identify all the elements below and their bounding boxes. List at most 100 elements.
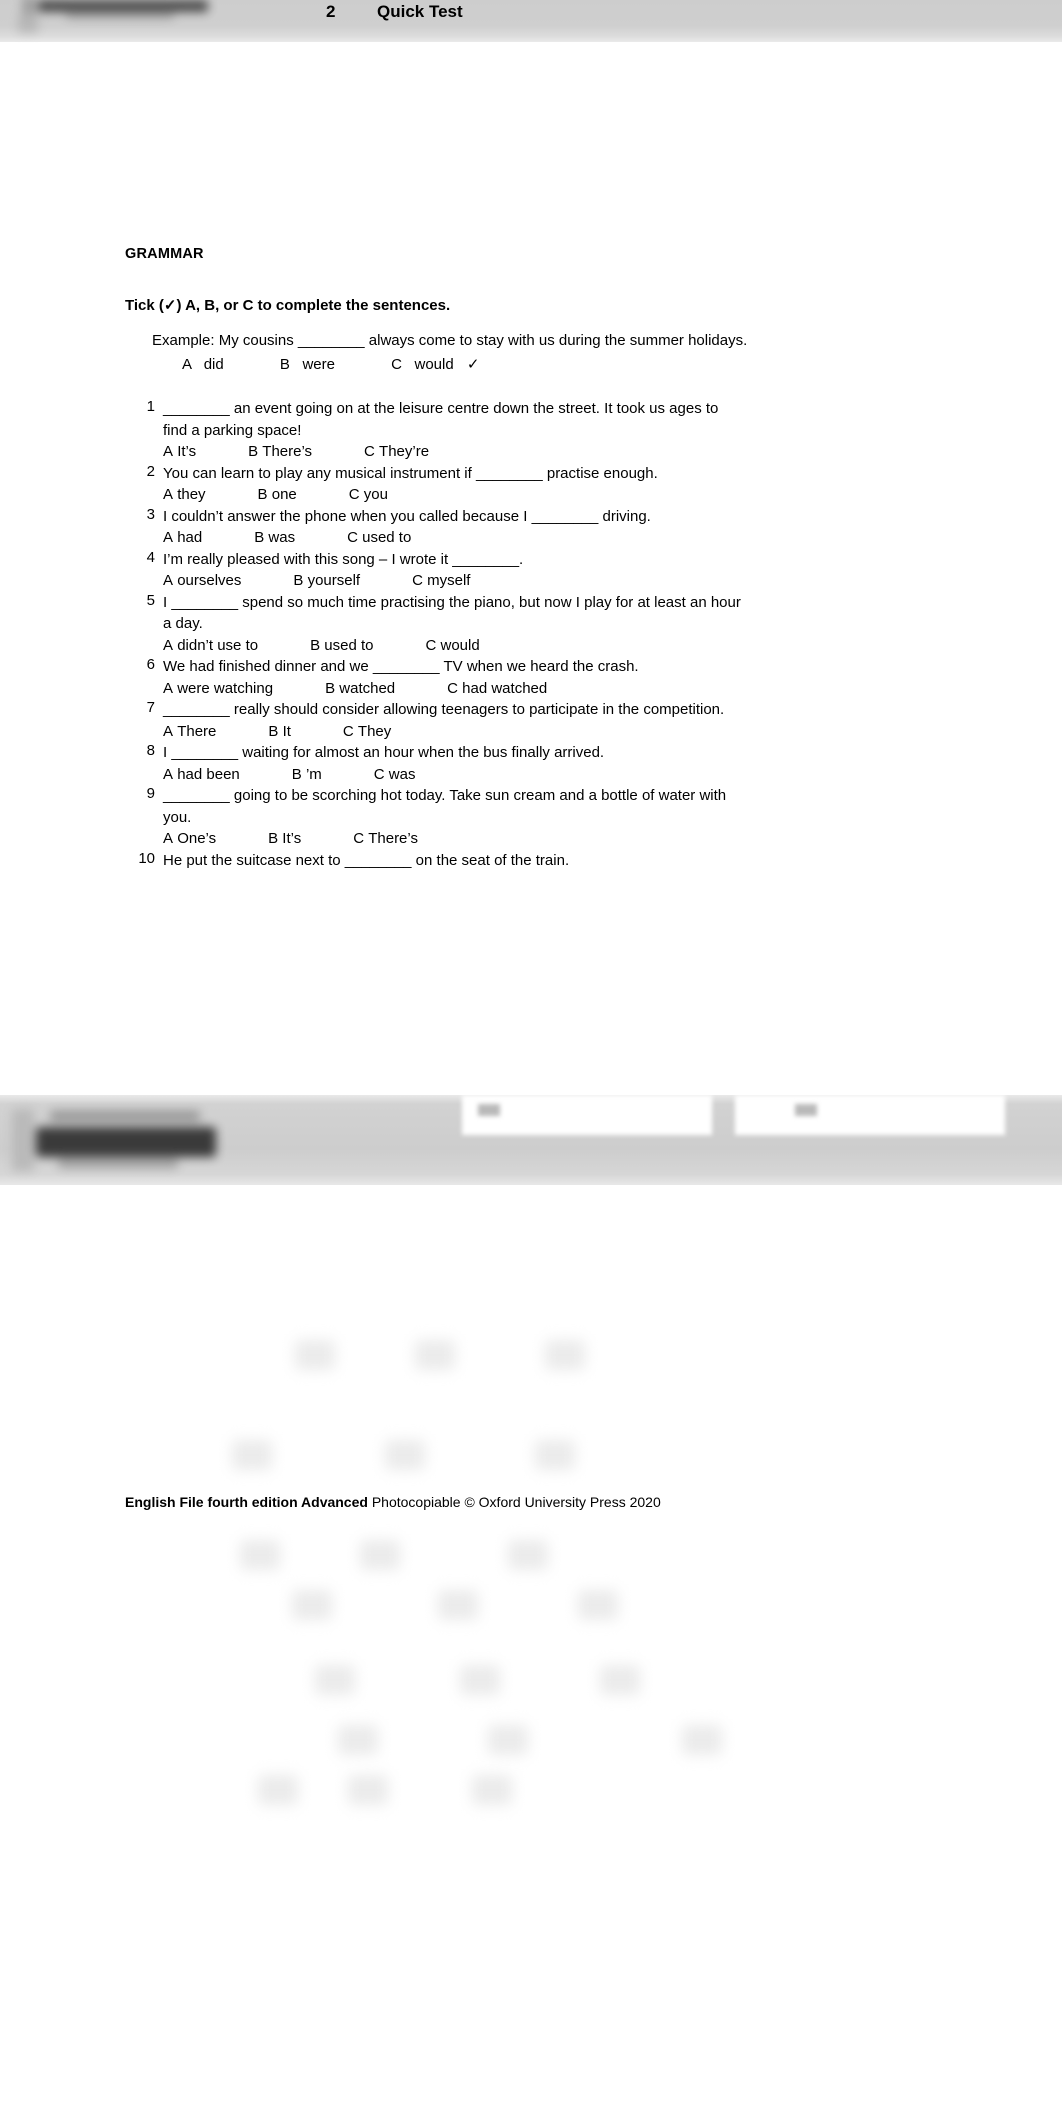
question-body: ________ really should consider allowing… [163, 699, 985, 742]
option-letter: B [325, 679, 336, 697]
question-option[interactable]: B watched [325, 678, 395, 700]
question-stem-line: ________ going to be scorching hot today… [163, 787, 727, 804]
question-option[interactable]: B ’m [292, 764, 322, 786]
unit-number: 2 [326, 2, 336, 21]
question-option[interactable]: B yourself [293, 570, 360, 592]
option-text: It [282, 722, 291, 740]
example-option-b[interactable]: B were [280, 354, 335, 375]
option-letter: A [163, 486, 174, 503]
question-number: 9 [146, 785, 155, 802]
copyright-title: English File fourth edition Advanced [125, 1494, 368, 1510]
question-option[interactable]: A they [163, 484, 206, 506]
question-option[interactable]: B There’s [248, 441, 312, 463]
redaction-blob [600, 1665, 640, 1695]
option-text: had [177, 529, 203, 546]
question-option[interactable]: A There [163, 721, 216, 743]
redaction-blob [438, 1590, 478, 1620]
question-option[interactable]: C was [374, 764, 416, 786]
option-letter: A [163, 443, 174, 460]
redaction-blob [240, 1540, 280, 1570]
option-text: They’re [379, 443, 430, 460]
option-text: myself [427, 572, 471, 589]
english-file-logo-icon [8, 0, 238, 42]
english-file-footer-logo-icon [6, 1101, 256, 1181]
question-body: ________ going to be scorching hot today… [163, 785, 985, 850]
question-option[interactable]: A had [163, 527, 202, 549]
footer-mark-a [478, 1104, 500, 1116]
option-text: had watched [462, 679, 548, 697]
example-options: A did B were C would ✓ [182, 354, 747, 375]
option-text: used to [362, 529, 412, 546]
question-option[interactable]: B used to [310, 635, 373, 657]
option-letter: C [373, 765, 385, 783]
question-item: 4 I’m really pleased with this song – I w… [125, 549, 985, 592]
section-heading-grammar: GRAMMAR [125, 246, 204, 262]
question-item: 3 I couldn’t answer the phone when you ca… [125, 506, 985, 549]
question-option[interactable]: C would [425, 635, 479, 657]
question-option[interactable]: A ourselves [163, 570, 241, 592]
example-block: Example: My cousins ________ always come… [152, 330, 747, 375]
question-number: 10 [138, 849, 155, 867]
option-text: was [388, 765, 416, 783]
copyright-line: English File fourth edition Advanced Pho… [125, 1494, 661, 1510]
question-option[interactable]: C myself [412, 570, 470, 592]
redaction-blob [578, 1590, 618, 1620]
option-letter: B [293, 572, 304, 589]
option-letter: B [291, 765, 302, 783]
redaction-blob [348, 1775, 388, 1805]
example-option-a[interactable]: A did [182, 354, 224, 375]
question-stem-line: you. [163, 808, 192, 826]
question-option[interactable]: B It [268, 721, 291, 743]
question-option[interactable]: A had been [163, 764, 240, 786]
option-text: watched [339, 679, 396, 697]
option-text: yourself [307, 572, 361, 589]
question-option[interactable]: C used to [347, 527, 411, 549]
question-option[interactable]: C They’re [364, 441, 429, 463]
redaction-blob [488, 1725, 528, 1755]
question-option[interactable]: B one [258, 484, 297, 506]
option-letter: A [163, 679, 174, 697]
option-letter: A [163, 572, 174, 589]
question-option[interactable]: A One’s [163, 828, 216, 850]
question-options: A didn’t use to B used to C would [163, 635, 985, 657]
question-stem-line: ________ really should consider allowing… [163, 701, 725, 718]
question-body: I’m really pleased with this song – I wr… [163, 549, 985, 592]
question-option[interactable]: A didn’t use to [163, 635, 258, 657]
question-number: 8 [146, 742, 155, 759]
question-option[interactable]: C had watched [447, 678, 547, 700]
question-stem-line: find a parking space! [163, 421, 302, 439]
redaction-blob [415, 1340, 455, 1370]
section-instruction: Tick (✓) A, B, or C to complete the sent… [125, 297, 451, 314]
redaction-blob [472, 1775, 512, 1805]
question-option[interactable]: A were watching [163, 678, 273, 700]
question-body: We had finished dinner and we ________ T… [163, 656, 985, 699]
example-option-c[interactable]: C would ✓ [391, 354, 479, 375]
example-option-a-letter: A [182, 356, 192, 373]
question-stem-line: I couldn’t answer the phone when you cal… [163, 507, 651, 525]
example-option-c-letter: C [391, 356, 402, 373]
redaction-blob [545, 1340, 585, 1370]
question-option[interactable]: A It’s [163, 441, 196, 463]
option-letter: C [364, 443, 375, 460]
question-options: A ourselves B yourself C myself [163, 570, 985, 592]
option-text: It’s [282, 830, 302, 847]
question-option[interactable]: B It’s [268, 828, 301, 850]
question-option[interactable]: C you [349, 484, 388, 506]
option-letter: C [347, 529, 358, 546]
question-option[interactable]: C There’s [353, 828, 418, 850]
question-options: A One’s B It’s C There’s [163, 828, 985, 850]
redaction-blob [508, 1540, 548, 1570]
option-letter: B [268, 830, 279, 847]
option-letter: C [447, 679, 458, 697]
option-letter: C [425, 636, 437, 654]
option-text: ’m [305, 765, 322, 783]
question-number: 4 [146, 548, 155, 566]
question-option[interactable]: C They [343, 721, 391, 743]
example-option-b-text: were [302, 356, 335, 373]
question-number: 7 [146, 699, 155, 716]
redaction-blob [232, 1440, 272, 1470]
option-letter: A [163, 765, 174, 783]
question-number: 2 [146, 462, 155, 480]
question-option[interactable]: B was [254, 527, 295, 549]
footer-redaction-b [735, 1095, 1005, 1135]
